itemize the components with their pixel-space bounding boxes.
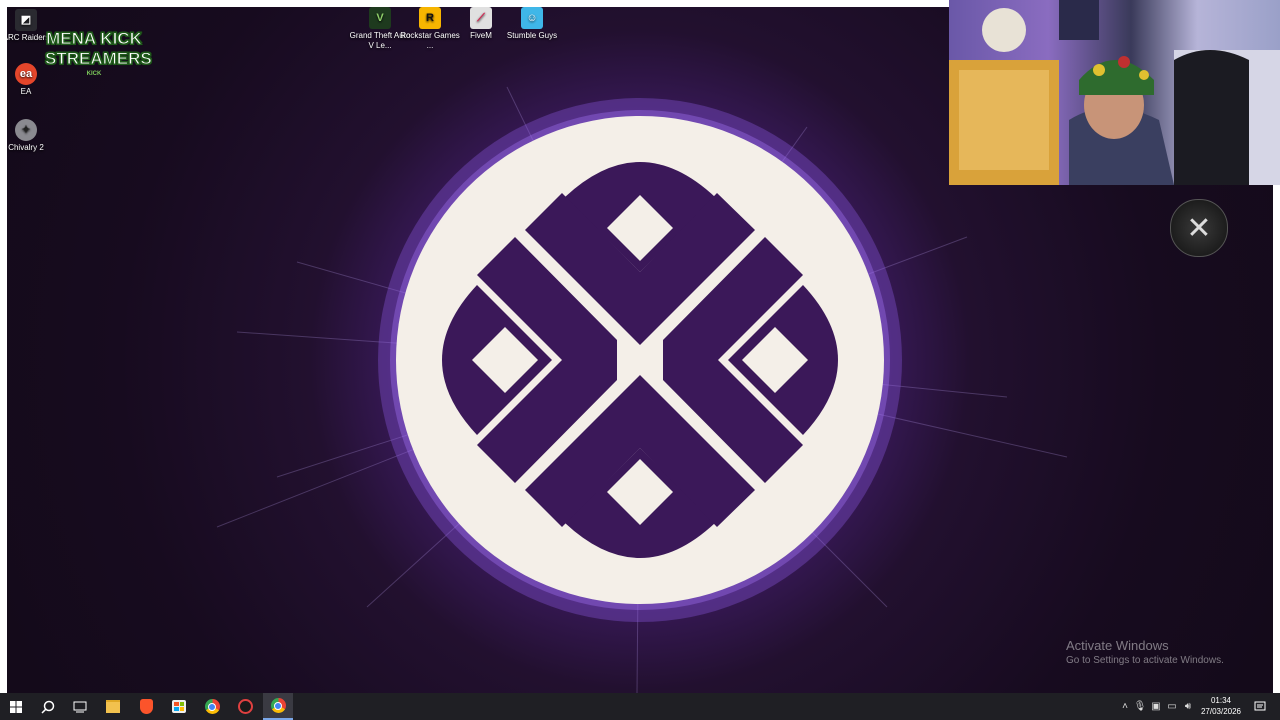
- rockstar-icon: R: [419, 7, 441, 29]
- activate-title: Activate Windows: [1066, 638, 1169, 653]
- desktop-icon-stumble-guys[interactable]: ☺ Stumble Guys: [501, 7, 563, 41]
- taskbar-file-explorer[interactable]: [98, 693, 128, 720]
- chrome-icon: [270, 698, 286, 713]
- badge-small: KICK: [86, 71, 102, 77]
- ea-icon: ea: [15, 63, 37, 85]
- taskbar-app[interactable]: [230, 693, 260, 720]
- mena-kick-streamers-badge: MENA KICK STREAMERS KICK: [45, 27, 153, 87]
- fivem-icon: ⟋: [470, 7, 492, 29]
- brave-browser-icon: [139, 699, 153, 714]
- activate-subtitle: Go to Settings to activate Windows.: [1066, 655, 1224, 666]
- show-hidden-icons-chevron-icon[interactable]: ˄: [1118, 701, 1132, 712]
- x-icon: ✕: [1186, 211, 1212, 245]
- start-button[interactable]: [1, 693, 31, 720]
- action-center-button[interactable]: [1246, 693, 1274, 720]
- taskbar-chrome-2[interactable]: [263, 693, 293, 720]
- app-icon: [237, 699, 253, 714]
- webcam-scene: [949, 0, 1280, 185]
- file-explorer-icon: [106, 700, 120, 713]
- search-button[interactable]: [33, 693, 63, 720]
- microsoft-store-icon: [172, 700, 186, 713]
- display-icon[interactable]: ▣: [1148, 701, 1164, 712]
- taskbar-clock[interactable]: 01:34 27/03/2026: [1196, 695, 1246, 717]
- floating-x-button[interactable]: ✕: [1170, 199, 1228, 257]
- microphone-icon[interactable]: 🎙︎: [1132, 701, 1148, 712]
- system-tray: ˄ 🎙︎ ▣ ▭ 🔊︎: [1118, 693, 1196, 720]
- taskbar-brave[interactable]: [131, 693, 161, 720]
- wallpaper-logo: [396, 116, 884, 604]
- taskbar: ˄ 🎙︎ ▣ ▭ 🔊︎ 01:34 27/03/2026: [0, 693, 1280, 720]
- clock-time: 01:34: [1210, 696, 1232, 705]
- windows-start-icon: [10, 700, 22, 713]
- task-view-icon: [73, 701, 87, 712]
- desktop-icon-chivalry-2[interactable]: ✦ Chivalry 2: [7, 119, 57, 153]
- gta-icon: V: [369, 7, 391, 29]
- webcam-feed: [949, 0, 1280, 185]
- arc-raiders-icon: ◩: [15, 9, 37, 31]
- taskbar-chrome-1[interactable]: [197, 693, 227, 720]
- taskbar-store[interactable]: [164, 693, 194, 720]
- badge-line-2: STREAMERS: [45, 49, 153, 69]
- volume-icon[interactable]: 🔊︎: [1180, 701, 1196, 712]
- search-icon: [41, 700, 55, 714]
- chivalry-icon: ✦: [15, 119, 37, 141]
- desktop-icon-label: ARC Raiders: [7, 33, 50, 42]
- desktop-icon-label: Chivalry 2: [8, 143, 44, 152]
- stumble-guys-icon: ☺: [521, 7, 543, 29]
- network-icon[interactable]: ▭: [1164, 701, 1180, 712]
- notification-icon: [1254, 701, 1266, 710]
- desktop-icon-label: FiveM: [470, 31, 492, 40]
- badge-line-1: MENA KICK: [46, 29, 143, 49]
- desktop-icon-label: Stumble Guys: [506, 31, 558, 40]
- clock-date: 27/03/2026: [1200, 707, 1242, 716]
- chrome-icon: [204, 699, 220, 714]
- task-view-button[interactable]: [65, 693, 95, 720]
- activate-windows-notice: Activate Windows Go to Settings to activ…: [1066, 638, 1224, 668]
- desktop-icon-label: EA: [20, 87, 32, 96]
